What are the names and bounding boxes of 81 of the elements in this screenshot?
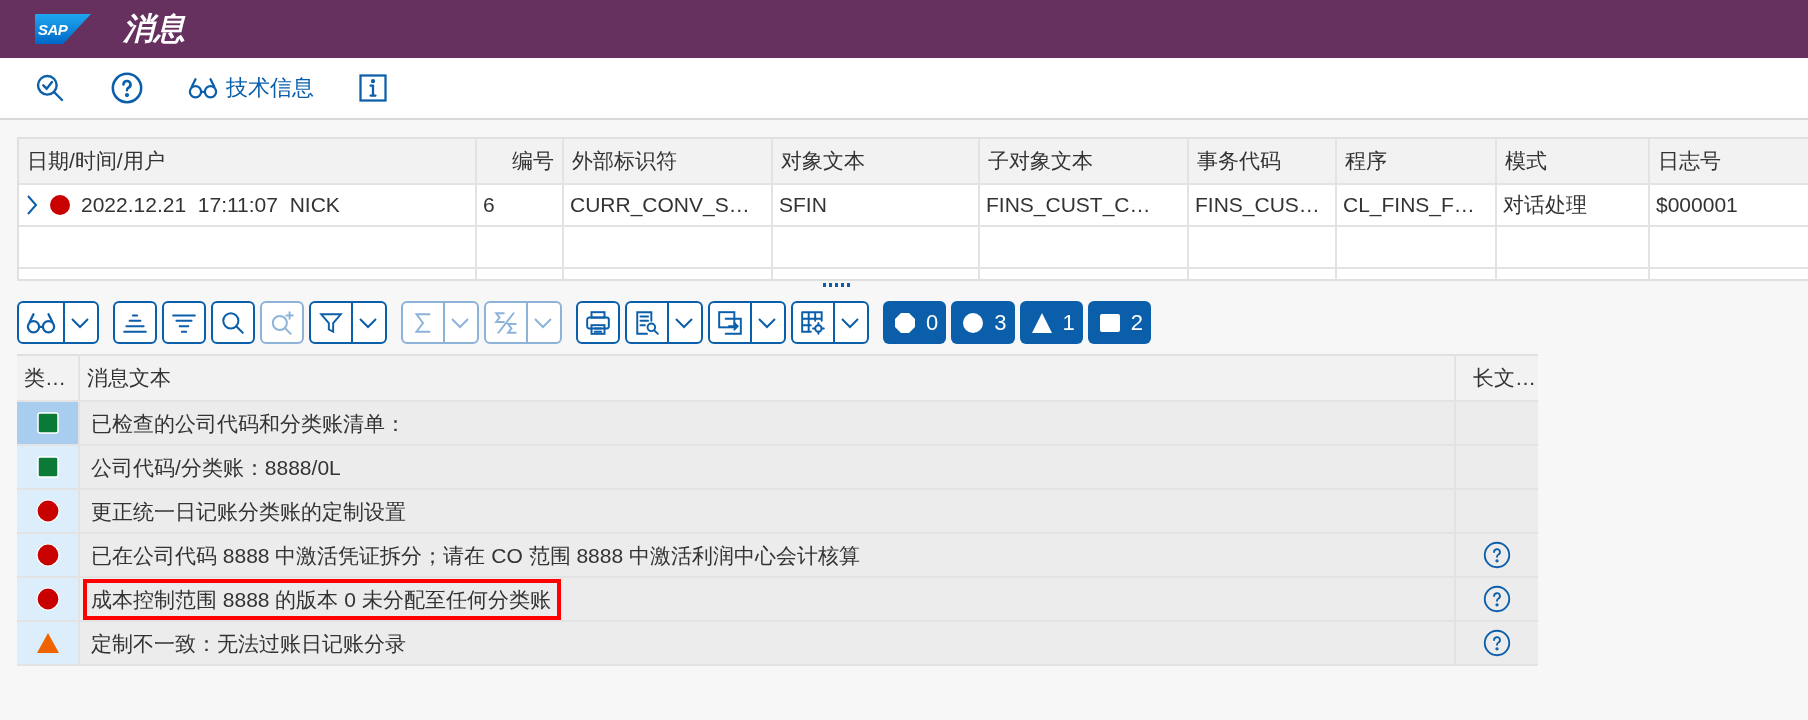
column-header[interactable]: 日志号 xyxy=(1650,139,1808,185)
message-filter-button[interactable]: 2 xyxy=(1087,301,1151,344)
help-icon xyxy=(110,71,144,105)
message-type-cell[interactable] xyxy=(17,578,80,622)
expand-arrow[interactable] xyxy=(25,194,39,216)
column-header[interactable]: 日期/时间/用户 xyxy=(19,139,477,185)
message-text: 已检查的公司代码和分类账清单： xyxy=(90,410,407,437)
search-icon xyxy=(34,72,66,104)
help-icon[interactable] xyxy=(1483,629,1511,657)
search-icon xyxy=(220,309,246,336)
menu-button[interactable] xyxy=(625,301,703,344)
circle-icon xyxy=(962,311,985,334)
column-header[interactable]: 编号 xyxy=(477,139,564,185)
message-filter-button[interactable]: 0 xyxy=(883,301,947,344)
table-cell: SFIN xyxy=(773,185,980,227)
square-icon xyxy=(1098,311,1121,334)
table-cell: 6 xyxy=(477,185,564,227)
table-cell: CL_FINS_F… xyxy=(1337,185,1497,227)
help-icon[interactable] xyxy=(1483,541,1511,569)
column-header[interactable]: 程序 xyxy=(1337,139,1497,185)
message-filter-button[interactable]: 3 xyxy=(951,301,1015,344)
sap-logo: SAP xyxy=(35,14,91,44)
caret-icon xyxy=(358,316,378,329)
column-header[interactable]: 模式 xyxy=(1497,139,1650,185)
document-search-icon xyxy=(634,309,660,336)
message-type-cell[interactable] xyxy=(17,622,80,666)
zoom-in-icon xyxy=(269,309,295,336)
toolbar-button[interactable] xyxy=(211,301,255,344)
menu-button[interactable] xyxy=(309,301,387,344)
message-text: 成本控制范围 8888 的版本 0 未分配至任何分类账 xyxy=(83,578,561,620)
caret-icon xyxy=(450,316,470,329)
caret-icon xyxy=(757,316,777,329)
table-cell: $000001 xyxy=(1650,185,1808,227)
table-cell: FINS_CUS… xyxy=(1189,185,1337,227)
info-icon xyxy=(358,73,388,103)
octagon-icon xyxy=(894,311,916,334)
toolbar-button[interactable] xyxy=(162,301,206,344)
error-status-icon xyxy=(35,499,60,523)
message-type-cell[interactable] xyxy=(17,402,80,446)
printer-icon xyxy=(585,309,611,336)
column-header[interactable]: 消息文本 xyxy=(80,356,1456,402)
help-icon[interactable] xyxy=(1483,585,1511,613)
caret-icon xyxy=(674,316,694,329)
export-icon xyxy=(717,309,743,336)
technical-info-button[interactable]: 技术信息 xyxy=(184,69,318,107)
column-header[interactable]: 类… xyxy=(17,356,80,402)
column-header[interactable]: 对象文本 xyxy=(773,139,980,185)
column-header[interactable]: 子对象文本 xyxy=(980,139,1189,185)
subtotal-icon xyxy=(493,309,519,336)
caret-icon xyxy=(70,316,90,329)
message-text: 公司代码/分类账：8888/0L xyxy=(90,454,342,481)
message-text: 更正统一日记账分类账的定制设置 xyxy=(90,498,407,525)
column-header[interactable]: 事务代码 xyxy=(1189,139,1337,185)
table-cell: 对话处理 xyxy=(1497,185,1650,227)
menu-button[interactable] xyxy=(17,301,99,344)
triangle-icon xyxy=(1030,311,1053,334)
error-status-icon xyxy=(35,587,60,611)
window-title: 消息 xyxy=(123,10,185,48)
message-type-cell[interactable] xyxy=(17,534,80,578)
message-type-cell[interactable] xyxy=(17,490,80,534)
table-cell: CURR_CONV_S… xyxy=(564,185,773,227)
square-status-icon xyxy=(36,456,59,478)
square-status-icon xyxy=(36,412,59,434)
warning-status-icon xyxy=(35,632,60,654)
table-cell: FINS_CUST_C… xyxy=(980,185,1189,227)
caret-icon xyxy=(533,316,553,329)
message-text: 已在公司代码 8888 中激活凭证拆分；请在 CO 范围 8888 中激活利润中心会计核算 xyxy=(90,542,861,569)
message-type-cell[interactable] xyxy=(17,446,80,490)
toolbar-button[interactable] xyxy=(113,301,157,344)
message-text: 定制不一致：无法过账日记账分录 xyxy=(90,630,407,657)
menu-button[interactable] xyxy=(708,301,786,344)
caret-icon xyxy=(840,316,860,329)
grid-settings-icon xyxy=(800,309,826,336)
menu-button[interactable] xyxy=(791,301,869,344)
cell-text: 2022.12.21 17:11:07 NICK xyxy=(81,193,340,217)
message-filter-button[interactable]: 1 xyxy=(1019,301,1083,344)
error-status-icon xyxy=(49,194,71,216)
column-header[interactable]: 长文… xyxy=(1456,356,1538,402)
toolbar-button[interactable] xyxy=(576,301,620,344)
column-header[interactable]: 外部标识符 xyxy=(564,139,773,185)
error-status-icon xyxy=(35,543,60,567)
